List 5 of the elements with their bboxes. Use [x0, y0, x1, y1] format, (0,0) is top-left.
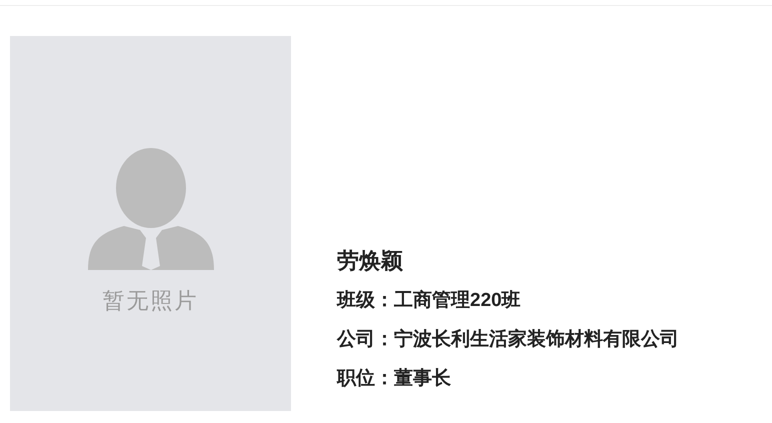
- no-photo-text: 暂无照片: [102, 287, 198, 315]
- profile-field: 职位：董事长: [337, 366, 679, 392]
- profile-field: 班级：工商管理220班: [337, 288, 679, 314]
- person-name: 劳焕颖: [337, 247, 404, 275]
- profile-field: 公司：宁波长利生活家装饰材料有限公司: [337, 327, 679, 353]
